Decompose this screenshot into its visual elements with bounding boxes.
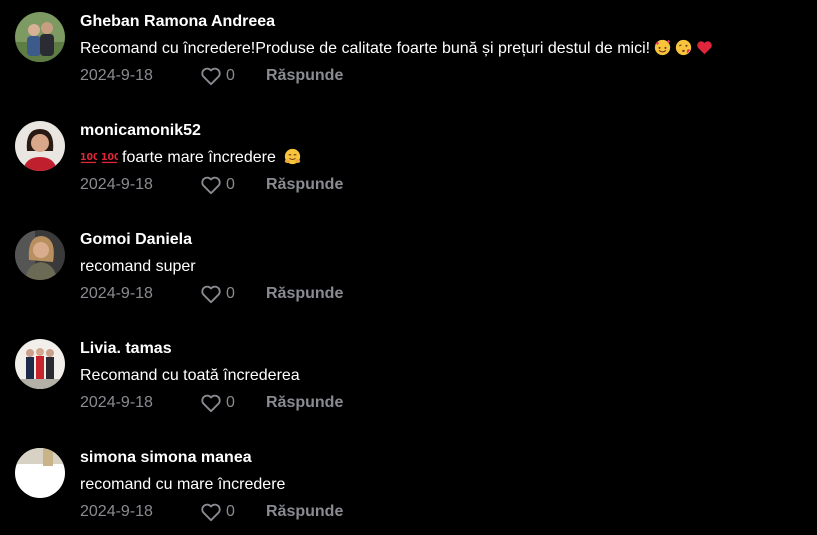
comment-username[interactable]: simona simona manea — [80, 448, 815, 468]
red-heart-icon — [697, 41, 712, 55]
comment-date: 2024-9-18 — [80, 176, 153, 193]
comment-item: Gheban Ramona Andreea Recomand cu încred… — [15, 12, 815, 98]
like-count: 0 — [226, 285, 235, 302]
like-count: 0 — [226, 67, 235, 84]
hundred-points-icon: 100 — [80, 152, 97, 164]
like-button[interactable]: 0 — [200, 284, 266, 304]
hugging-face-icon — [284, 148, 301, 165]
like-count: 0 — [226, 176, 235, 193]
avatar-photo — [15, 12, 65, 62]
heart-outline-icon — [201, 285, 221, 304]
comment-meta: 2024-9-18 0 Răspunde — [80, 501, 815, 523]
avatar[interactable] — [15, 12, 65, 62]
like-count: 0 — [226, 503, 235, 520]
comment-date: 2024-9-18 — [80, 394, 153, 411]
comment-meta: 2024-9-18 0 Răspunde — [80, 283, 815, 305]
avatar[interactable] — [15, 448, 65, 498]
reply-button[interactable]: Răspunde — [266, 503, 343, 521]
comment-item: simona simona manea recomand cu mare înc… — [15, 448, 815, 534]
comment-text: 100 100 foarte mare încredere — [80, 148, 815, 168]
comment-item: monicamonik52 100 100 foarte mare încreder… — [15, 121, 815, 207]
heart-outline-icon — [201, 176, 221, 195]
comment-text-content: recomand cu mare încredere — [80, 476, 286, 493]
like-count: 0 — [226, 394, 235, 411]
comment-date: 2024-9-18 — [80, 285, 153, 302]
comment-text-content: foarte mare încredere — [122, 149, 276, 166]
avatar[interactable] — [15, 339, 65, 389]
comment-meta: 2024-9-18 0 Răspunde — [80, 174, 815, 196]
comment-text-content: recomand super — [80, 258, 196, 275]
comment-date: 2024-9-18 — [80, 503, 153, 520]
svg-text:100: 100 — [101, 152, 118, 163]
svg-text:100: 100 — [80, 152, 97, 163]
reply-button[interactable]: Răspunde — [266, 394, 343, 412]
comment-text: recomand super — [80, 257, 815, 277]
comment-date: 2024-9-18 — [80, 67, 153, 84]
comment-meta: 2024-9-18 0 Răspunde — [80, 392, 815, 414]
avatar-photo — [15, 339, 65, 389]
reply-button[interactable]: Răspunde — [266, 67, 343, 85]
hundred-points-icon: 100 — [101, 152, 118, 164]
comment-item: Livia. tamas Recomand cu toată încredere… — [15, 339, 815, 425]
comment-username[interactable]: Livia. tamas — [80, 339, 815, 359]
avatar-photo — [15, 230, 65, 280]
comment-username[interactable]: Gheban Ramona Andreea — [80, 12, 815, 32]
avatar[interactable] — [15, 121, 65, 171]
comment-text: Recomand cu toată încrederea — [80, 366, 815, 386]
heart-outline-icon — [201, 67, 221, 86]
face-blowing-kiss-icon — [675, 39, 692, 56]
heart-outline-icon — [201, 394, 221, 413]
heart-outline-icon — [201, 503, 221, 522]
like-button[interactable]: 0 — [200, 66, 266, 86]
comment-username[interactable]: monicamonik52 — [80, 121, 815, 141]
reply-button[interactable]: Răspunde — [266, 285, 343, 303]
comment-meta: 2024-9-18 0 Răspunde — [80, 65, 815, 87]
comment-text-content: Recomand cu toată încrederea — [80, 367, 300, 384]
avatar[interactable] — [15, 230, 65, 280]
comment-item: Gomoi Daniela recomand super 2024-9-18 0… — [15, 230, 815, 316]
like-button[interactable]: 0 — [200, 175, 266, 195]
comment-username[interactable]: Gomoi Daniela — [80, 230, 815, 250]
smiling-face-with-hearts-icon — [654, 39, 671, 56]
comment-text: Recomand cu încredere!Produse de calitat… — [80, 39, 815, 59]
like-button[interactable]: 0 — [200, 502, 266, 522]
avatar-photo — [15, 448, 65, 498]
comment-text: recomand cu mare încredere — [80, 475, 815, 495]
reply-button[interactable]: Răspunde — [266, 176, 343, 194]
avatar-photo — [15, 121, 65, 171]
comment-text-content: Recomand cu încredere!Produse de calitat… — [80, 40, 651, 57]
like-button[interactable]: 0 — [200, 393, 266, 413]
